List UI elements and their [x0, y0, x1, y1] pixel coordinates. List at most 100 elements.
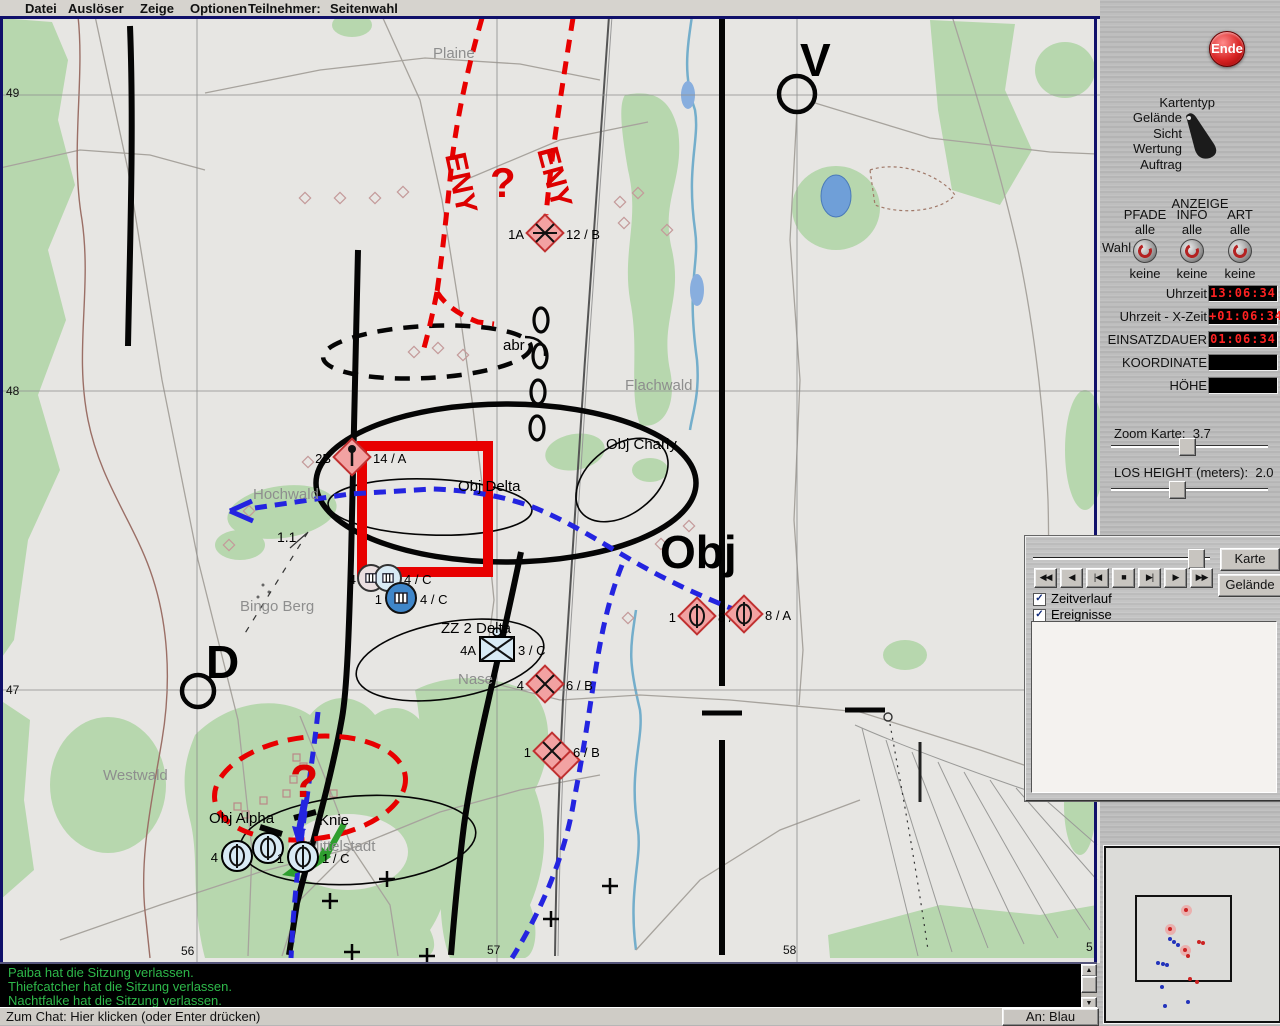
anzeige-alle-label: alle [1229, 222, 1251, 237]
anzeige-alle-label: alle [1181, 222, 1203, 237]
svg-text:4: 4 [349, 572, 356, 587]
minimap-dot [1186, 954, 1190, 958]
svg-text:Westwald: Westwald [103, 767, 168, 784]
checkbox-label: Ereignisse [1051, 607, 1112, 622]
svg-text:3 / C: 3 / C [518, 643, 545, 658]
menu-item-teilnehmer[interactable]: Teilnehmer: [248, 1, 321, 16]
anzeige-col-title: PFADE [1123, 207, 1167, 222]
playback-button-0-icon[interactable]: ◀◀ [1034, 568, 1057, 588]
menu-item-seitenwahl[interactable]: Seitenwahl [330, 1, 398, 16]
chat-window[interactable]: Paiba hat die Sitzung verlassen. Thiefcat… [0, 962, 1097, 1010]
clock-label: KOORDINATE [1122, 355, 1207, 370]
minimap-dot [1186, 1000, 1190, 1004]
minimap-dot [1195, 980, 1199, 984]
svg-text:14 / A: 14 / A [373, 451, 407, 466]
svg-text:58: 58 [783, 943, 797, 957]
overview-minimap[interactable] [1103, 845, 1280, 1024]
clock-value: +01:06:34 [1208, 308, 1280, 325]
kartentyp-options[interactable]: Gelände Sicht Wertung Auftrag [1100, 110, 1182, 172]
playback-panel: ◀◀ ◀ |◀ ■ ▶| ▶ ▶▶ Karte Gelände ✓ Zeitverlauf ✓ E… [1025, 536, 1280, 801]
anzeige-column-art: ART alle keine [1216, 207, 1264, 281]
clock-label: EINSATZDAUER [1107, 332, 1207, 347]
chat-target-button[interactable]: An: Blau [1002, 1008, 1099, 1026]
svg-text:ZZ 2 Delta: ZZ 2 Delta [441, 620, 512, 637]
minimap-dot [1184, 908, 1188, 912]
svg-text:Obj Charly: Obj Charly [606, 436, 677, 453]
menu-item-datei[interactable]: Datei [25, 1, 57, 16]
playback-button-5-icon[interactable]: ▶ [1164, 568, 1187, 588]
info-knob-icon[interactable] [1180, 239, 1204, 263]
svg-text:1: 1 [524, 745, 531, 760]
ende-button[interactable]: Ende [1209, 31, 1245, 67]
svg-text:47: 47 [6, 683, 20, 697]
clock-value [1208, 377, 1278, 394]
anzeige-alle-label: alle [1134, 222, 1156, 237]
menu-item-optionen[interactable]: Optionen [190, 1, 247, 16]
svg-text:D: D [206, 636, 239, 688]
checkbox-zeitverlauf[interactable]: ✓ [1033, 593, 1046, 606]
checkbox-label: Zeitverlauf [1051, 591, 1112, 606]
minimap-dot [1156, 961, 1160, 965]
svg-text:6 / B: 6 / B [573, 745, 600, 760]
svg-text:5: 5 [1086, 940, 1093, 954]
los-slider-track[interactable] [1111, 488, 1268, 491]
playback-button-1-icon[interactable]: ◀ [1060, 568, 1083, 588]
minimap-dot [1188, 977, 1192, 981]
time-slider-track[interactable] [1033, 557, 1210, 560]
menu-bar: Datei Auslöser Zeige Optionen Teilnehmer: Sei… [0, 0, 1100, 16]
zoom-slider-handle[interactable] [1179, 438, 1196, 456]
svg-text:1.1: 1.1 [277, 529, 297, 545]
svg-text:Flachwald: Flachwald [625, 377, 693, 394]
playback-button-4-icon[interactable]: ▶| [1138, 568, 1161, 588]
minimap-dot [1165, 963, 1169, 967]
kartentyp-option-gelände[interactable]: Gelände [1100, 110, 1182, 126]
pfade-knob-icon[interactable] [1133, 239, 1157, 263]
clock-row: KOORDINATE [1100, 354, 1280, 371]
svg-text:8 / A: 8 / A [765, 608, 791, 623]
anzeige-col-title: INFO [1176, 207, 1208, 222]
kartentyp-option-wertung[interactable]: Wertung [1100, 141, 1182, 157]
svg-text:57: 57 [487, 943, 501, 957]
los-slider-label: LOS HEIGHT (meters): 2.0 [1114, 465, 1274, 480]
playback-button-6-icon[interactable]: ▶▶ [1190, 568, 1213, 588]
kartentyp-option-sicht[interactable]: Sicht [1100, 126, 1182, 142]
map-window[interactable]: Plaine Flachwald Hochwald Bingo Berg Westwal… [0, 13, 1105, 964]
menu-item-auslser[interactable]: Auslöser [68, 1, 124, 16]
los-slider-handle[interactable] [1169, 481, 1186, 499]
clock-value: 13:06:34 [1208, 285, 1278, 302]
minimap-dot [1160, 985, 1164, 989]
karte-button[interactable]: Karte [1220, 548, 1280, 571]
svg-text:1: 1 [669, 610, 676, 625]
clock-label: Uhrzeit - X-Zeit [1119, 309, 1207, 324]
clock-row: Uhrzeit - X-Zeit +01:06:34 [1100, 308, 1280, 325]
gelaende-button[interactable]: Gelände [1218, 574, 1280, 597]
anzeige-col-title: ART [1227, 207, 1253, 222]
svg-text:12 / B: 12 / B [566, 227, 600, 242]
svg-text:?: ? [490, 159, 516, 206]
svg-text:2B: 2B [315, 451, 331, 466]
chat-scrollbar[interactable]: ▲ ▼ [1081, 964, 1097, 1010]
playback-button-3-icon[interactable]: ■ [1112, 568, 1135, 588]
anzeige-keine-label: keine [1224, 266, 1256, 281]
svg-text:Plaine: Plaine [433, 45, 475, 62]
clock-row: HÖHE [1100, 377, 1280, 394]
svg-text:Knie: Knie [319, 812, 349, 829]
kartentyp-option-auftrag[interactable]: Auftrag [1100, 157, 1182, 173]
kartentyp-pointer-knob[interactable] [1178, 108, 1230, 164]
minimap-dot [1168, 927, 1172, 931]
scrollbar-thumb[interactable] [1081, 976, 1097, 993]
event-listbox[interactable] [1031, 621, 1277, 793]
time-slider-handle[interactable] [1188, 549, 1205, 569]
svg-text:4: 4 [211, 850, 218, 865]
map-svg[interactable]: Plaine Flachwald Hochwald Bingo Berg Westwal… [0, 13, 1105, 964]
minimap-dot [1183, 948, 1187, 952]
clock-label: HÖHE [1169, 378, 1207, 393]
chat-message: Paiba hat die Sitzung verlassen. [8, 965, 194, 980]
chat-prompt[interactable]: Zum Chat: Hier klicken (oder Enter drück… [6, 1009, 260, 1024]
svg-text:1: 1 [277, 851, 284, 866]
playback-button-2-icon[interactable]: |◀ [1086, 568, 1109, 588]
anzeige-keine-label: keine [1176, 266, 1208, 281]
art-knob-icon[interactable] [1228, 239, 1252, 263]
svg-text:V: V [800, 34, 831, 86]
menu-item-zeige[interactable]: Zeige [140, 1, 174, 16]
